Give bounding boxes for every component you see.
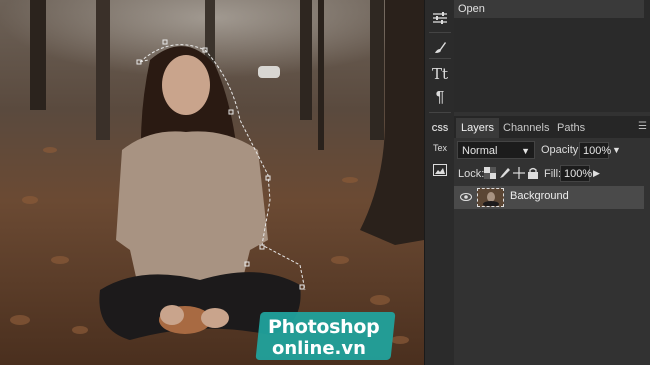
lock-transparency-icon[interactable]: [484, 167, 496, 179]
history-item-open[interactable]: Open: [454, 0, 644, 18]
fill-field[interactable]: 100%: [560, 165, 592, 182]
eye-icon[interactable]: [460, 192, 472, 202]
chevron-down-icon: ▼: [521, 146, 530, 156]
lock-move-icon[interactable]: [513, 167, 525, 179]
brush-icon[interactable]: [427, 35, 453, 59]
text-tool-icon[interactable]: Tt: [427, 62, 453, 86]
fill-dropdown-icon[interactable]: ▶: [593, 168, 600, 179]
paragraph-icon[interactable]: ¶: [427, 86, 453, 110]
opacity-dropdown-icon[interactable]: ▼: [612, 145, 621, 155]
opacity-field[interactable]: 100%: [579, 142, 611, 159]
fill-label: Fill:: [544, 168, 562, 180]
layers-panel: Layers Channels Paths ☰ Normal ▼ Opacity…: [454, 116, 650, 365]
right-panel: Open Layers Channels Paths ☰ Normal ▼ Op…: [454, 0, 650, 365]
layer-thumbnail: [477, 188, 504, 207]
tab-channels[interactable]: Channels: [498, 118, 554, 138]
text-info-icon[interactable]: Tex: [427, 136, 453, 160]
blend-mode-value: Normal: [462, 145, 498, 157]
panel-menu-icon[interactable]: ☰: [638, 121, 648, 133]
photo-image: [0, 0, 424, 365]
blend-mode-select[interactable]: Normal ▼: [457, 141, 535, 159]
opacity-label: Opacity:: [541, 144, 582, 156]
tab-paths[interactable]: Paths: [552, 118, 590, 138]
watermark-logo: Photoshop online.vn: [255, 312, 396, 360]
history-panel: Open: [454, 0, 650, 112]
layers-tabs: Layers Channels Paths ☰: [454, 116, 650, 138]
watermark-line1: Photoshop: [268, 316, 380, 338]
adjustments-icon[interactable]: [427, 6, 453, 30]
tab-layers[interactable]: Layers: [456, 118, 500, 138]
watermark-line2: online.vn: [272, 338, 366, 359]
document-canvas[interactable]: Photoshop online.vn: [0, 0, 424, 365]
lock-brush-icon[interactable]: [499, 167, 511, 179]
lock-all-icon[interactable]: [527, 167, 539, 179]
layer-row-background[interactable]: Background: [454, 186, 644, 209]
layer-name: Background: [510, 190, 569, 202]
image-icon[interactable]: [427, 158, 453, 182]
lock-label: Lock:: [458, 168, 485, 180]
side-toolbar: Tt ¶ CSS Tex: [424, 0, 455, 365]
